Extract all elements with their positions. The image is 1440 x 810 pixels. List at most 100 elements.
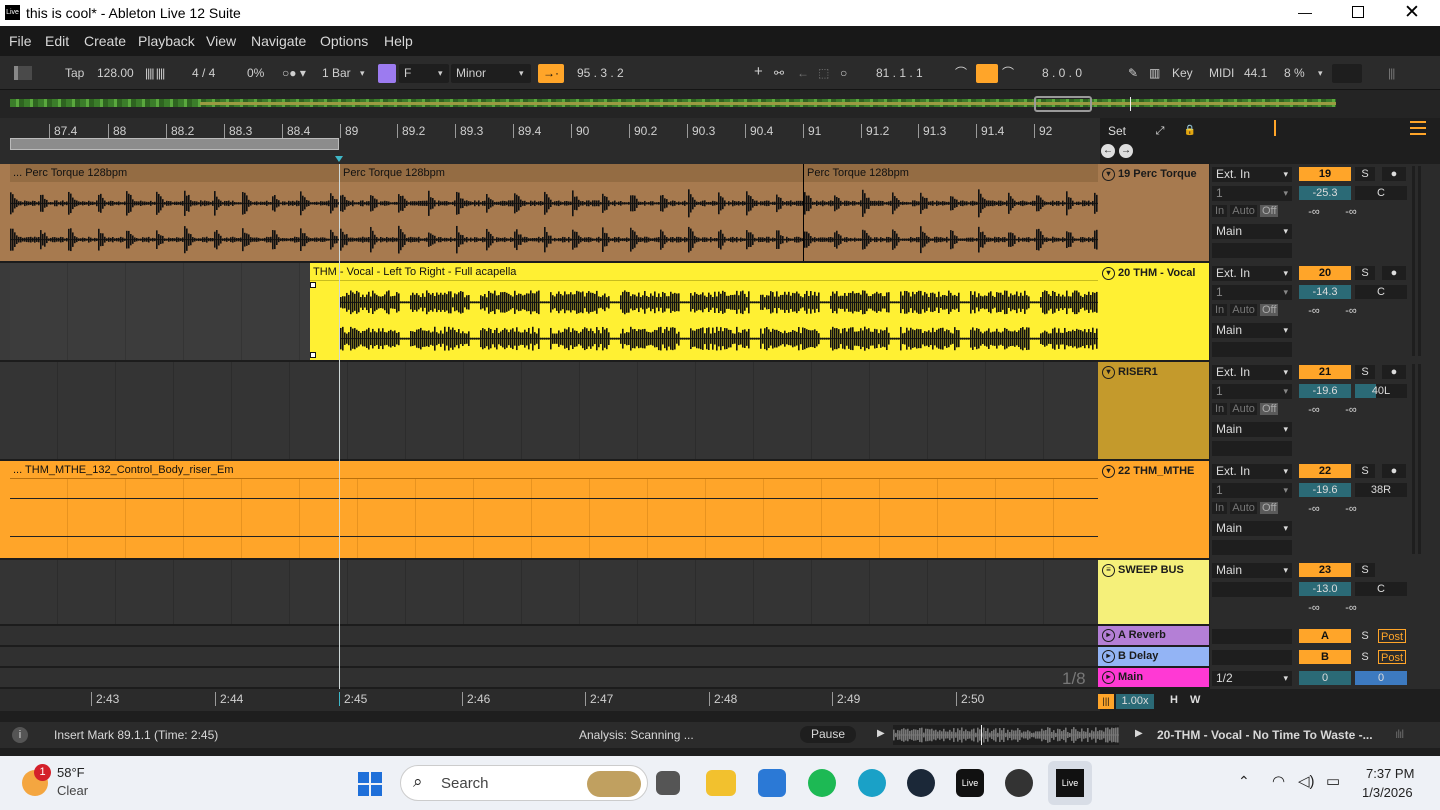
arrangement-overview[interactable] bbox=[0, 90, 1440, 118]
time-ruler[interactable]: 2:43 2:44 2:45 2:46 2:47 2:48 2:49 2:50 bbox=[0, 689, 1100, 711]
edge-icon[interactable] bbox=[858, 769, 886, 797]
loop-brace[interactable] bbox=[10, 138, 339, 150]
return-output-select[interactable] bbox=[1212, 629, 1292, 644]
tap-button[interactable]: Tap bbox=[65, 65, 84, 82]
track-lane-thm-mthe[interactable]: ... THM_MTHE_132_Control_Body_riser_Em bbox=[0, 461, 1098, 560]
next-locator-icon[interactable]: → bbox=[1119, 144, 1133, 158]
weather-desc[interactable]: Clear bbox=[57, 783, 88, 798]
menu-playback[interactable]: Playback bbox=[138, 33, 195, 49]
play-track-icon[interactable]: ▸ bbox=[1102, 629, 1115, 642]
main-header[interactable]: ▸ Main bbox=[1098, 668, 1209, 687]
clock-date[interactable]: 1/3/2026 bbox=[1362, 785, 1413, 800]
main-output-select[interactable]: 1/2 ▾ bbox=[1212, 671, 1292, 686]
preview-play-icon[interactable]: ▶ bbox=[877, 728, 885, 739]
track-name[interactable]: 22 THM_MTHE bbox=[1118, 465, 1194, 477]
monitor-switch[interactable]: In Auto Off bbox=[1212, 304, 1279, 316]
overview-viewport[interactable] bbox=[1034, 96, 1092, 112]
input-channel-select[interactable]: 1 ▾ bbox=[1212, 186, 1292, 201]
key-select[interactable]: F bbox=[404, 65, 411, 82]
solo-button[interactable]: S bbox=[1355, 167, 1375, 181]
track-lane-sweep-bus[interactable] bbox=[0, 560, 1098, 626]
menu-edit[interactable]: Edit bbox=[45, 33, 69, 49]
input-channel-select[interactable]: 1 ▾ bbox=[1212, 384, 1292, 399]
set-locator-button[interactable]: Set bbox=[1100, 123, 1134, 139]
output-select[interactable]: Main ▾ bbox=[1212, 323, 1292, 338]
arrangement-view[interactable]: ... Perc Torque 128bpm Perc Torque 128bp… bbox=[0, 164, 1098, 689]
punch-in-icon[interactable]: ⌒ bbox=[955, 65, 967, 82]
return-name[interactable]: A Reverb bbox=[1118, 629, 1166, 641]
arm-icon[interactable]: ● bbox=[1382, 167, 1406, 181]
output-sub-select[interactable] bbox=[1212, 540, 1292, 555]
input-channel-select[interactable]: 1 ▾ bbox=[1212, 483, 1292, 498]
waveform-zoom-icon[interactable]: ||| bbox=[1098, 694, 1114, 709]
task-view-icon[interactable] bbox=[656, 771, 680, 795]
windows-start-icon[interactable] bbox=[358, 772, 382, 796]
track-name[interactable]: RISER1 bbox=[1118, 366, 1158, 378]
volume-field[interactable]: -14.3 bbox=[1299, 285, 1351, 299]
main-pan[interactable]: 0 bbox=[1355, 671, 1407, 685]
pan-field[interactable]: C bbox=[1355, 285, 1407, 299]
output-sub-select[interactable] bbox=[1212, 582, 1292, 597]
session-record-icon[interactable]: ○ bbox=[840, 65, 847, 82]
track-name[interactable]: 20 THM - Vocal bbox=[1118, 267, 1195, 279]
solo-button[interactable]: S bbox=[1355, 266, 1375, 280]
weather-temp[interactable]: 58°F bbox=[57, 765, 85, 780]
fold-icon[interactable]: ▾ bbox=[1102, 465, 1115, 478]
track-number[interactable]: 20 bbox=[1299, 266, 1351, 280]
punch-out-icon[interactable]: ⌒ bbox=[1002, 65, 1014, 82]
minimize-icon[interactable]: — bbox=[1298, 4, 1312, 20]
track-header[interactable]: ▾ 20 THM - Vocal bbox=[1098, 263, 1209, 360]
live-active-taskbar-icon[interactable]: Live bbox=[1048, 761, 1092, 805]
spotify-icon[interactable] bbox=[808, 769, 836, 797]
fold-icon[interactable]: ▾ bbox=[1102, 366, 1115, 379]
solo-button[interactable]: S bbox=[1355, 365, 1375, 379]
solo-button[interactable]: S bbox=[1355, 464, 1375, 478]
menu-options[interactable]: Options bbox=[320, 33, 368, 49]
track-lane-riser1[interactable] bbox=[0, 362, 1098, 461]
monitor-switch[interactable]: In Auto Off bbox=[1212, 403, 1279, 415]
play-track-icon[interactable]: ▸ bbox=[1102, 671, 1115, 684]
track-name[interactable]: SWEEP BUS bbox=[1118, 564, 1184, 576]
clip-play-icon[interactable]: ▶ bbox=[1135, 728, 1143, 739]
track-lane-thm-vocal[interactable]: THM - Vocal - Left To Right - Full acape… bbox=[0, 263, 1098, 362]
store-icon[interactable] bbox=[758, 769, 786, 797]
output-select[interactable]: Main ▾ bbox=[1212, 224, 1292, 239]
group-icon[interactable]: ≡ bbox=[1102, 564, 1115, 577]
tray-chevron-icon[interactable]: ⌃ bbox=[1238, 773, 1250, 790]
track-number[interactable]: 21 bbox=[1299, 365, 1351, 379]
post-button[interactable]: Post bbox=[1378, 650, 1406, 664]
input-type-select[interactable]: Ext. In ▾ bbox=[1212, 464, 1292, 479]
audio-clip[interactable]: ... THM_MTHE_132_Control_Body_riser_Em bbox=[10, 461, 1098, 558]
track-lane-perc-torque[interactable]: ... Perc Torque 128bpm Perc Torque 128bp… bbox=[0, 164, 1098, 263]
zoom-level[interactable]: 1.00x bbox=[1116, 694, 1154, 709]
pan-field[interactable]: 38R bbox=[1355, 483, 1407, 497]
swing-field[interactable]: 0% bbox=[247, 65, 264, 82]
track-number[interactable]: 23 bbox=[1299, 563, 1351, 577]
arm-icon[interactable]: ● bbox=[1382, 464, 1406, 478]
clock-time[interactable]: 7:37 PM bbox=[1366, 766, 1414, 781]
menu-navigate[interactable]: Navigate bbox=[251, 33, 306, 49]
preview-waveform[interactable] bbox=[893, 725, 1119, 745]
beat-ruler[interactable]: 87.4 88 88.2 88.3 88.4 89 89.2 89.3 89.4… bbox=[0, 118, 1100, 164]
key-map-button[interactable]: Key bbox=[1172, 65, 1193, 82]
menu-file[interactable]: File bbox=[9, 33, 32, 49]
height-button[interactable]: H bbox=[1170, 694, 1178, 706]
input-type-select[interactable]: Ext. In ▾ bbox=[1212, 167, 1292, 182]
draw-mode-icon[interactable]: ✎ bbox=[1128, 65, 1138, 82]
main-volume[interactable]: 0 bbox=[1299, 671, 1351, 685]
metronome-icon[interactable]: ○● ▾ bbox=[282, 65, 306, 82]
track-number[interactable]: 19 bbox=[1299, 167, 1351, 181]
selected-clip-name[interactable]: 20-THM - Vocal - No Time To Waste -... bbox=[1157, 728, 1373, 742]
playhead-marker[interactable] bbox=[335, 156, 343, 162]
lock-icon[interactable]: 🔒 bbox=[1176, 123, 1204, 139]
fold-icon[interactable]: ▾ bbox=[1102, 267, 1115, 280]
fold-icon[interactable]: ▾ bbox=[1102, 168, 1115, 181]
input-type-select[interactable]: Ext. In ▾ bbox=[1212, 365, 1292, 380]
width-button[interactable]: W bbox=[1190, 694, 1200, 706]
return-name[interactable]: B Delay bbox=[1118, 650, 1158, 662]
track-header[interactable]: ▾ RISER1 bbox=[1098, 362, 1209, 459]
monitor-switch[interactable]: In Auto Off bbox=[1212, 205, 1279, 217]
tempo-field[interactable]: 128.00 bbox=[97, 65, 134, 82]
output-select[interactable]: Main ▾ bbox=[1212, 422, 1292, 437]
menu-view[interactable]: View bbox=[206, 33, 236, 49]
